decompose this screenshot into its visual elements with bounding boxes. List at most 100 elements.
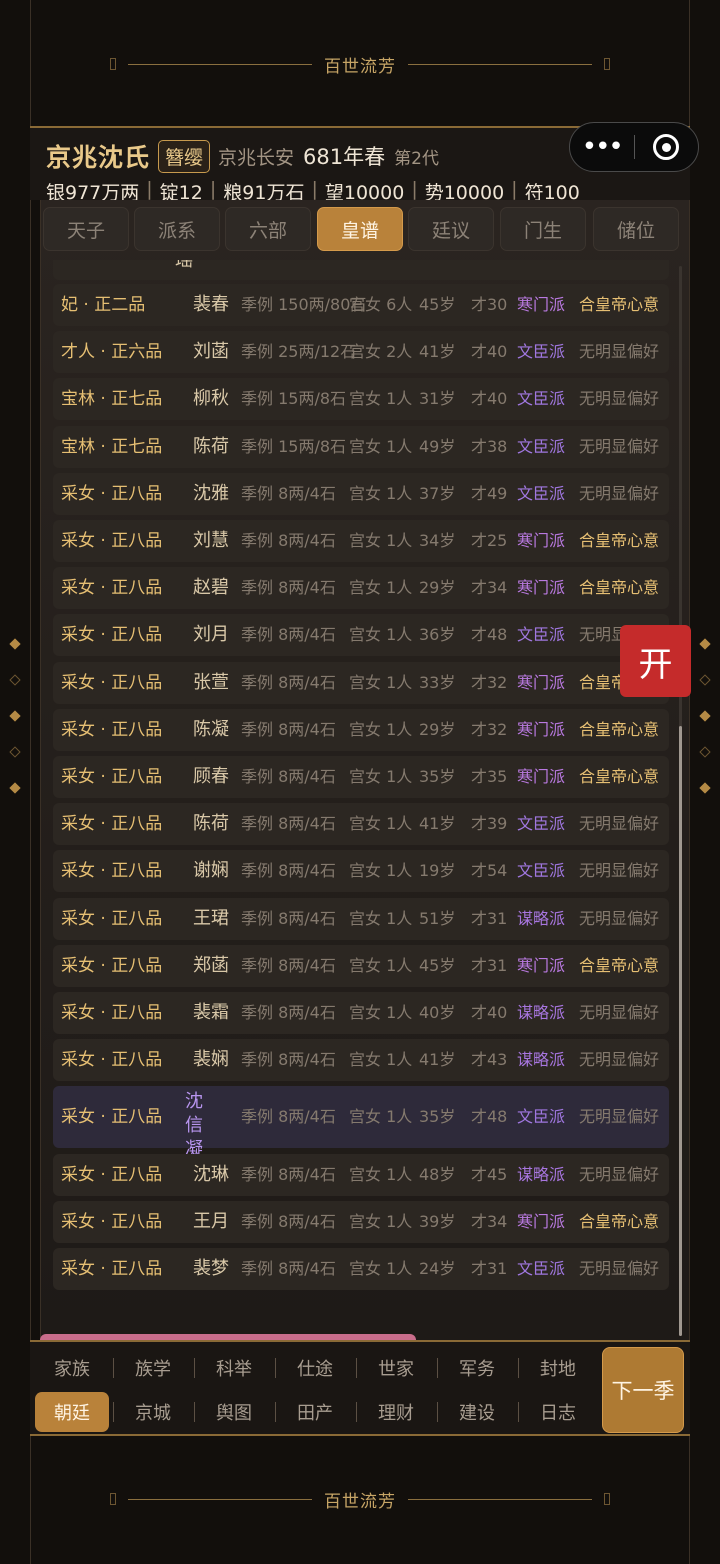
consort-row[interactable]: 采女 · 正八品 裴娴 季例 8两/4石 宫女 1人 41岁 才43 谋略派 无明显偏好 [53, 1039, 669, 1082]
consort-age: 35岁 [419, 767, 456, 786]
consort-row[interactable]: 采女 · 正八品 顾春 季例 8两/4石 宫女 1人 35岁 才35 寒门派 合皇帝心意 [53, 756, 669, 798]
consort-allowance: 季例 8两/4石 [241, 767, 336, 786]
consort-row[interactable]: 采女 · 正八品 赵碧 季例 8两/4石 宫女 1人 29岁 才34 寒门派 合皇帝心意 [53, 567, 669, 610]
nav-finance[interactable]: 理财 [356, 1392, 436, 1432]
nav-noble-families[interactable]: 世家 [356, 1348, 436, 1388]
consort-allowance: 季例 8两/4石 [241, 1164, 336, 1184]
consort-rank: 采女 · 正八品 [61, 861, 163, 882]
nav-log[interactable]: 日志 [518, 1392, 598, 1432]
nav-estates[interactable]: 田产 [275, 1392, 355, 1432]
consort-maids: 宫女 1人 [349, 1164, 413, 1184]
frame-right [689, 0, 690, 1564]
nav-career[interactable]: 仕途 [275, 1348, 355, 1388]
consort-maids: 宫女 1人 [349, 1003, 413, 1022]
consort-maids: 宫女 1人 [349, 1050, 413, 1070]
nav-fief[interactable]: 封地 [518, 1348, 598, 1388]
consort-age: 41岁 [419, 814, 456, 834]
consort-maids: 宫女 1人 [349, 531, 413, 550]
nav-court[interactable]: 朝廷 [35, 1392, 109, 1432]
tab-court-debate[interactable]: 廷议 [408, 207, 494, 251]
consort-row[interactable]: 采女 · 正八品 裴梦 季例 8两/4石 宫女 1人 24岁 才31 文臣派 无明显偏好 [53, 1248, 669, 1290]
consort-allowance: 季例 15两/8石 [241, 389, 347, 409]
tab-disciples[interactable]: 门生 [500, 207, 586, 251]
top-banner: 百世流芳 [110, 53, 610, 77]
consort-attitude: 无明显偏好 [579, 1107, 660, 1127]
nav-clan-school[interactable]: 族学 [113, 1348, 193, 1388]
consort-row[interactable]: 宝林 · 正七品 陈荷 季例 15两/8石 宫女 1人 49岁 才38 文臣派 无明显偏好 [53, 425, 669, 468]
consort-attitude: 无明显偏好 [579, 861, 660, 881]
consort-attitude: 无明显偏好 [579, 342, 660, 362]
consort-talent: 才40 [471, 1003, 508, 1022]
consort-row[interactable]: 采女 · 正八品 王月 季例 8两/4石 宫女 1人 39岁 才34 寒门派 合皇帝心意 [53, 1200, 669, 1243]
consort-faction: 谋略派 [517, 1003, 566, 1022]
consort-row[interactable]: 采女 · 正八品 刘月 季例 8两/4石 宫女 1人 36岁 才48 文臣派 无明显偏好 [53, 614, 669, 657]
consort-attitude: 无明显偏好 [579, 1050, 660, 1070]
consort-name: 刘菡 [193, 341, 229, 363]
consort-row[interactable]: 才人 · 正六品 刘菡 季例 25两/12石 宫女 2人 41岁 才40 文臣派 无明显偏好 [53, 331, 669, 374]
consort-rank: 采女 · 正八品 [61, 908, 163, 929]
consort-row[interactable]: 采女 · 正八品 沈雅 季例 8两/4石 宫女 1人 37岁 才49 文臣派 无明显偏好 [53, 472, 669, 515]
consort-row[interactable]: 采女 · 正八品 郑菡 季例 8两/4石 宫女 1人 45岁 才31 寒门派 合皇帝心意 [53, 944, 669, 987]
banner-line [128, 63, 312, 65]
next-season-button[interactable]: 下一季 [602, 1347, 684, 1433]
consort-row[interactable]: 采女 · 正八品 沈琳 季例 8两/4石 宫女 1人 48岁 才45 谋略派 无明显偏好 [53, 1153, 669, 1196]
consort-name: 王珺 [193, 907, 229, 929]
consort-maids: 宫女 1人 [349, 908, 413, 928]
nav-family[interactable]: 家族 [32, 1348, 112, 1388]
consort-faction: 寒门派 [517, 672, 566, 692]
consort-faction: 寒门派 [517, 1211, 566, 1231]
consort-faction: 文臣派 [517, 625, 566, 645]
consort-list[interactable]: 瑶 妃 · 正二品 裴春 季例 150两/80石 宫女 6人 45岁 才30 寒门派 合皇帝心… [53, 260, 669, 1334]
consort-maids: 宫女 1人 [349, 625, 413, 645]
consort-age: 45岁 [419, 295, 456, 314]
consort-faction: 谋略派 [517, 1164, 566, 1184]
close-target-icon[interactable] [635, 134, 699, 160]
nav-construction[interactable]: 建设 [437, 1392, 517, 1432]
consort-rank: 采女 · 正八品 [61, 1164, 163, 1185]
scrollbar-thumb[interactable] [679, 726, 682, 1336]
consort-row[interactable]: 采女 · 正八品 刘慧 季例 8两/4石 宫女 1人 34岁 才25 寒门派 合皇帝心意 [53, 520, 669, 562]
partial-row: 瑶 [53, 260, 669, 280]
consort-name: 沈琳 [193, 1163, 229, 1185]
banner-cap-icon [604, 1493, 610, 1505]
consort-rank: 采女 · 正八品 [61, 719, 163, 740]
nav-exams[interactable]: 科举 [194, 1348, 274, 1388]
consort-rank: 采女 · 正八品 [61, 578, 163, 599]
consort-row[interactable]: 采女 · 正八品 陈荷 季例 8两/4石 宫女 1人 41岁 才39 文臣派 无明显偏好 [53, 803, 669, 846]
consort-name: 郑菡 [193, 954, 229, 976]
nav-capital[interactable]: 京城 [113, 1392, 193, 1432]
consort-row[interactable]: 宝林 · 正七品 柳秋 季例 15两/8石 宫女 1人 31岁 才40 文臣派 无明显偏好 [53, 378, 669, 421]
open-button[interactable]: 开 [620, 625, 691, 697]
consort-allowance: 季例 8两/4石 [241, 719, 336, 739]
tab-ministries[interactable]: 六部 [225, 207, 311, 251]
nav-military[interactable]: 军务 [437, 1348, 517, 1388]
consort-row[interactable]: 采女 · 正八品 陈凝 季例 8两/4石 宫女 1人 29岁 才32 寒门派 合皇帝心意 [53, 708, 669, 751]
consort-row[interactable]: 采女 · 正八品 张萱 季例 8两/4石 宫女 1人 33岁 才32 寒门派 合皇帝心意 [53, 661, 669, 704]
consort-allowance: 季例 150两/80石 [241, 295, 367, 314]
consort-rank: 采女 · 正八品 [61, 1003, 163, 1023]
consort-attitude: 合皇帝心意 [579, 578, 660, 598]
consort-attitude: 无明显偏好 [579, 1003, 660, 1022]
scrollbar[interactable] [679, 266, 682, 1336]
consort-age: 33岁 [419, 672, 456, 692]
tab-factions[interactable]: 派系 [134, 207, 220, 251]
nav-map[interactable]: 舆图 [194, 1392, 274, 1432]
consort-row[interactable]: 采女 · 正八品 王珺 季例 8两/4石 宫女 1人 51岁 才31 谋略派 无明显偏好 [53, 897, 669, 940]
consort-name: 裴梦 [193, 1258, 229, 1279]
consort-allowance: 季例 8两/4石 [241, 1259, 336, 1278]
consort-talent: 才49 [471, 483, 508, 503]
tab-emperor[interactable]: 天子 [43, 207, 129, 251]
consort-rank: 才人 · 正六品 [61, 342, 163, 363]
more-icon[interactable]: ••• [570, 134, 634, 160]
tab-imperial-genealogy[interactable]: 皇谱 [317, 207, 403, 251]
consort-faction: 文臣派 [517, 1259, 566, 1278]
consort-maids: 宫女 1人 [349, 483, 413, 503]
consort-row[interactable]: 采女 · 正八品 谢娴 季例 8两/4石 宫女 1人 19岁 才54 文臣派 无明显偏好 [53, 850, 669, 893]
consort-name: 陈荷 [193, 435, 229, 457]
consort-row[interactable]: 采女 · 正八品 裴霜 季例 8两/4石 宫女 1人 40岁 才40 谋略派 无明显偏好 [53, 992, 669, 1034]
consort-row[interactable]: 采女 · 正八品 沈信凝 季例 8两/4石 宫女 1人 35岁 才48 文臣派 无明显偏好 [53, 1086, 669, 1160]
consort-age: 29岁 [419, 578, 456, 598]
consort-row[interactable]: 妃 · 正二品 裴春 季例 150两/80石 宫女 6人 45岁 才30 寒门派 合皇帝心意 [53, 284, 669, 326]
tab-succession[interactable]: 储位 [593, 207, 679, 251]
consort-name: 沈信凝 [185, 1091, 203, 1161]
